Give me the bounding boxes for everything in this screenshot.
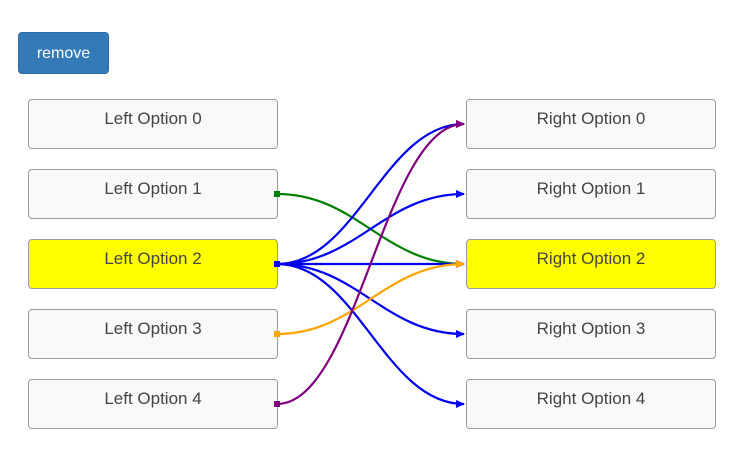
left-option-3[interactable]: Left Option 3 [28, 309, 278, 359]
connection-left-3-to-right-2 [276, 260, 465, 336]
connection-left-2-to-right-3 [276, 262, 465, 338]
right-option-1[interactable]: Right Option 1 [466, 169, 716, 219]
right-option-2[interactable]: Right Option 2 [466, 239, 716, 289]
connection-left-1-to-right-2 [276, 192, 465, 268]
left-option-1[interactable]: Left Option 1 [28, 169, 278, 219]
right-option-3[interactable]: Right Option 3 [466, 309, 716, 359]
remove-button[interactable]: remove [18, 32, 109, 74]
left-option-4[interactable]: Left Option 4 [28, 379, 278, 429]
connection-left-4-to-right-0 [276, 120, 465, 406]
connector-stage: remove Left Option 0 Left Option 1 Left … [0, 0, 736, 453]
connection-left-2-to-right-0 [276, 120, 465, 266]
left-option-0[interactable]: Left Option 0 [28, 99, 278, 149]
right-option-4[interactable]: Right Option 4 [466, 379, 716, 429]
left-option-2[interactable]: Left Option 2 [28, 239, 278, 289]
right-option-0[interactable]: Right Option 0 [466, 99, 716, 149]
connection-left-2-to-right-1 [276, 190, 465, 266]
connection-left-2-to-right-4 [276, 262, 465, 408]
